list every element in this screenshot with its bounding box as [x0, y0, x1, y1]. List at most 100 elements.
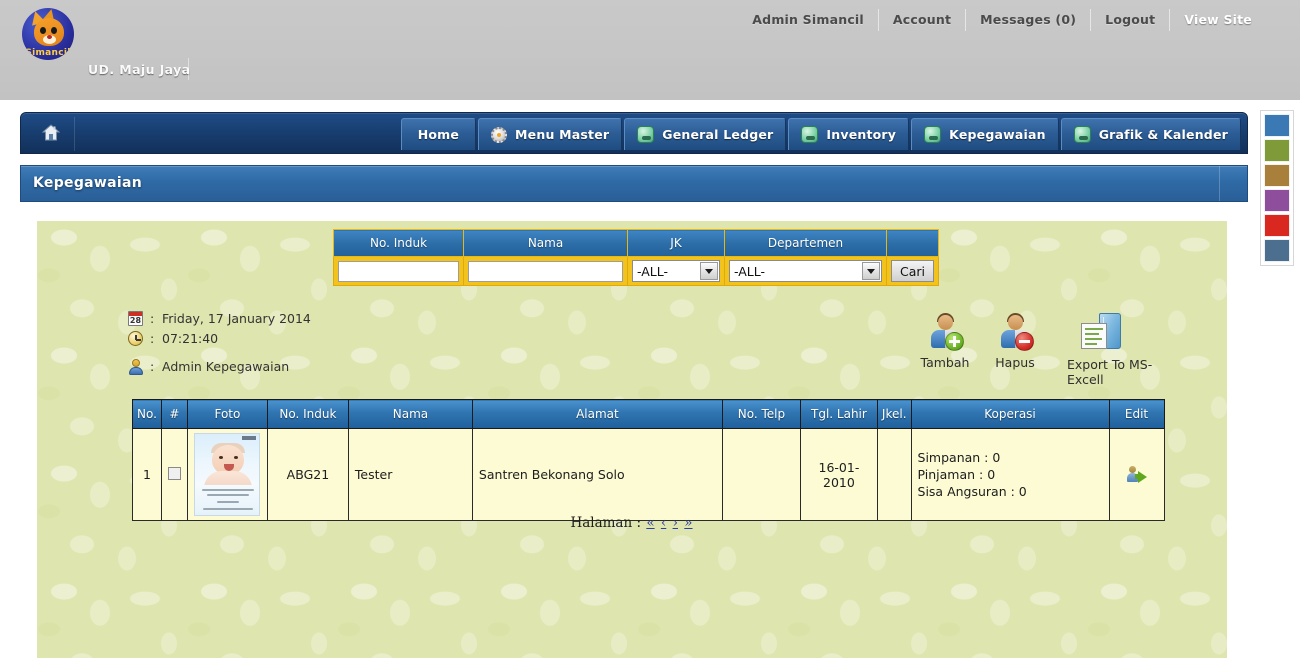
theme-swatch-blue[interactable]: [1264, 114, 1290, 137]
col-select: #: [161, 400, 187, 429]
top-nav-admin-simancil[interactable]: Admin Simancil: [738, 9, 879, 31]
theme-swatch-slate[interactable]: [1264, 239, 1290, 262]
logo-text: Simancil: [22, 48, 74, 58]
top-nav-account[interactable]: Account: [879, 9, 966, 31]
pagination-first[interactable]: «: [645, 515, 655, 531]
search-cell-departemen: -ALL-: [725, 257, 887, 286]
pagination-prev[interactable]: ‹: [660, 515, 667, 531]
export-excel-label: Export To MS-Excell: [1067, 357, 1163, 387]
search-select-departemen[interactable]: -ALL-: [729, 260, 882, 282]
grafik-kalender-icon: [1074, 126, 1091, 143]
theme-swatch-purple[interactable]: [1264, 189, 1290, 212]
content-area: No. Induk Nama JK Departemen -ALL-: [37, 221, 1227, 658]
nav-home-button[interactable]: [27, 117, 75, 151]
employee-table: No. # Foto No. Induk Nama Alamat No. Tel…: [132, 399, 1165, 521]
nav-item-general-ledger[interactable]: General Ledger: [624, 118, 786, 150]
pagination-next[interactable]: ›: [672, 515, 679, 531]
logo-nose: [47, 35, 52, 39]
employee-photo[interactable]: [194, 433, 260, 516]
search-input-row: -ALL- -ALL- Cari: [334, 257, 939, 286]
tambah-button[interactable]: Tambah: [909, 313, 981, 370]
delete-user-icon: [996, 313, 1034, 351]
company-name: UD. Maju Jaya: [88, 62, 191, 77]
search-submit-button[interactable]: Cari: [891, 260, 934, 282]
cell-foto: [187, 429, 267, 521]
search-select-jk[interactable]: -ALL-: [632, 260, 720, 282]
cell-nama: Tester: [348, 429, 472, 521]
col-koperasi: Koperasi: [911, 400, 1109, 429]
logo-eye-left: [40, 27, 46, 34]
col-jkel: Jkel.: [877, 400, 911, 429]
page-title: Kepegawaian: [33, 175, 142, 191]
page-title-right-cap: [1219, 166, 1247, 201]
search-header-action: [887, 230, 939, 257]
home-icon: [42, 124, 60, 145]
col-tgl-lahir: Tgl. Lahir: [800, 400, 877, 429]
search-header-jk: JK: [628, 230, 725, 257]
user-icon: [128, 359, 150, 375]
nav-items: Home Menu Master General Ledger Inventor…: [399, 118, 1241, 150]
info-row-date: 28 : Friday, 17 January 2014: [128, 309, 311, 328]
chevron-down-icon[interactable]: [700, 262, 718, 280]
col-alamat: Alamat: [472, 400, 722, 429]
nav-item-inventory[interactable]: Inventory: [788, 118, 909, 150]
search-panel: No. Induk Nama JK Departemen -ALL-: [333, 229, 939, 286]
info-date-value: Friday, 17 January 2014: [162, 311, 311, 326]
top-nav-logout[interactable]: Logout: [1091, 9, 1170, 31]
nav-item-home[interactable]: Home: [401, 118, 476, 150]
pagination-last[interactable]: »: [683, 515, 693, 531]
info-user-value: Admin Kepegawaian: [162, 359, 289, 374]
koperasi-sisa-angsuran: Sisa Angsuran : 0: [918, 483, 1103, 500]
info-row-user: : Admin Kepegawaian: [128, 357, 311, 376]
main-navbar: Home Menu Master General Ledger Inventor…: [20, 112, 1248, 154]
col-no-telp: No. Telp: [722, 400, 800, 429]
search-header-no-induk: No. Induk: [334, 230, 464, 257]
cell-no-telp: [722, 429, 800, 521]
col-no-induk: No. Induk: [267, 400, 348, 429]
col-foto: Foto: [187, 400, 267, 429]
koperasi-pinjaman: Pinjaman : 0: [918, 466, 1103, 483]
theme-swatch-red[interactable]: [1264, 214, 1290, 237]
search-header-nama: Nama: [464, 230, 628, 257]
nav-item-general-ledger-label: General Ledger: [662, 127, 773, 142]
search-cell-no-induk: [334, 257, 464, 286]
cell-no-induk: ABG21: [267, 429, 348, 521]
nav-item-inventory-label: Inventory: [826, 127, 896, 142]
search-cell-jk: -ALL-: [628, 257, 725, 286]
info-date-separator: :: [150, 311, 162, 326]
top-navigation: Admin Simancil Account Messages (0) Logo…: [738, 8, 1252, 32]
inventory-icon: [801, 126, 818, 143]
top-header: Simancil UD. Maju Jaya Admin Simancil Ac…: [0, 0, 1300, 100]
edit-user-icon[interactable]: [1127, 466, 1147, 484]
calendar-icon: 28: [128, 311, 150, 326]
top-nav-view-site[interactable]: View Site: [1170, 9, 1252, 31]
export-excel-button[interactable]: Export To MS-Excell: [1067, 313, 1163, 387]
chevron-down-icon[interactable]: [862, 262, 880, 280]
theme-swatch-olive[interactable]: [1264, 139, 1290, 162]
theme-swatch-brown[interactable]: [1264, 164, 1290, 187]
cell-alamat: Santren Bekonang Solo: [472, 429, 722, 521]
table-header-row: No. # Foto No. Induk Nama Alamat No. Tel…: [133, 400, 1165, 429]
nav-item-kepegawaian[interactable]: Kepegawaian: [911, 118, 1059, 150]
info-time-value: 07:21:40: [162, 331, 218, 346]
cell-tgl-lahir: 16-01-2010: [800, 429, 877, 521]
search-select-departemen-value: -ALL-: [734, 264, 765, 279]
search-header-row: No. Induk Nama JK Departemen: [334, 230, 939, 257]
app-logo[interactable]: Simancil: [22, 8, 74, 60]
nav-item-menu-master[interactable]: Menu Master: [478, 118, 622, 150]
search-input-no-induk[interactable]: [338, 261, 459, 282]
row-checkbox[interactable]: [168, 467, 181, 480]
nav-item-home-label: Home: [418, 127, 459, 142]
nav-item-grafik-kalender[interactable]: Grafik & Kalender: [1061, 118, 1241, 150]
search-header-departemen: Departemen: [725, 230, 887, 257]
info-row-time: : 07:21:40: [128, 329, 311, 348]
nav-item-grafik-kalender-label: Grafik & Kalender: [1099, 127, 1228, 142]
cell-koperasi: Simpanan : 0 Pinjaman : 0 Sisa Angsuran …: [911, 429, 1109, 521]
top-nav-messages[interactable]: Messages (0): [966, 9, 1091, 31]
col-nama: Nama: [348, 400, 472, 429]
info-time-separator: :: [150, 331, 162, 346]
hapus-button[interactable]: Hapus: [979, 313, 1051, 370]
clock-icon: [128, 331, 150, 346]
search-input-nama[interactable]: [468, 261, 623, 282]
nav-item-kepegawaian-label: Kepegawaian: [949, 127, 1046, 142]
